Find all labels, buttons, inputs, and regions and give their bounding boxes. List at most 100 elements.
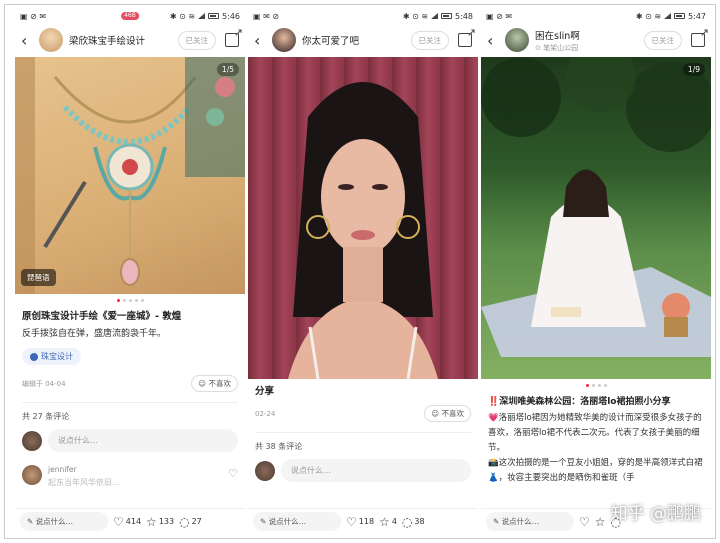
status-left-icons: ▣ ⊘ ✉ <box>20 11 47 21</box>
lolita-photo <box>481 57 711 357</box>
comment-input[interactable]: 说点什么… <box>48 429 238 452</box>
comment-icon: ◌ <box>179 514 190 529</box>
battery-icon <box>208 13 220 19</box>
carousel-dot <box>603 384 607 387</box>
follow-button[interactable]: 已关注 <box>177 30 216 50</box>
carousel-dot <box>134 299 138 302</box>
post-panel-jewelry: ▣ ⊘ ✉ 46B ✱ ⊙ ≋ 5:46 ‹ 梁欣珠宝手绘设计 已关注 1/5 琵… <box>15 9 245 534</box>
necklace-drawing <box>15 57 245 294</box>
comment-input[interactable]: 说点什么… <box>281 459 471 482</box>
carousel-dot <box>122 299 126 302</box>
like-count: 414 <box>125 517 142 526</box>
dislike-button[interactable]: ☺ 不喜欢 <box>191 375 238 392</box>
carousel-dot <box>585 384 589 387</box>
like-button[interactable]: ♡ 414 <box>113 515 141 529</box>
divider <box>255 432 471 433</box>
back-icon[interactable]: ‹ <box>487 31 499 50</box>
status-bar: ▣ ⊘ ✉ 46B ✱ ⊙ ≋ 5:46 <box>15 9 245 23</box>
author-block: 困在slin啊 ⊙ 笔架山公园 <box>535 28 638 53</box>
post-header: ‹ 你太可爱了吧 已关注 <box>248 23 478 57</box>
bottom-comment-input[interactable]: ✎ 说点什么… <box>253 512 341 531</box>
status-right-icons: ✱ ⊙ ≋ <box>635 11 662 21</box>
collect-button[interactable]: ☆ <box>595 515 606 529</box>
author-name[interactable]: 你太可爱了吧 <box>302 33 405 47</box>
share-icon[interactable] <box>458 26 476 47</box>
heart-icon: ♡ <box>346 514 357 529</box>
post-title: 原创珠宝设计手绘《爱一座城》- 敦煌 <box>22 311 182 322</box>
star-icon: ☆ <box>594 514 606 529</box>
like-count: 118 <box>358 517 375 526</box>
post-image[interactable] <box>248 57 478 379</box>
share-icon[interactable] <box>225 26 243 47</box>
bottom-comment-input[interactable]: ✎ 说点什么… <box>20 512 108 531</box>
author-name[interactable]: 梁欣珠宝手绘设计 <box>69 33 172 47</box>
bottom-comment-input[interactable]: ✎ 说点什么… <box>486 512 574 531</box>
heart-icon: ♡ <box>579 514 590 529</box>
status-left-icons: ▣ ✉ ⊘ <box>253 11 280 21</box>
image-counter: 1/9 <box>682 63 705 76</box>
engagement-bar: ✎ 说点什么… ♡ 118 ☆ 4 ◌ 38 <box>248 508 478 534</box>
comment-count: 共 27 条评论 <box>22 412 70 421</box>
signal-icon <box>664 13 672 19</box>
dislike-button[interactable]: ☺ 不喜欢 <box>424 405 471 422</box>
post-date: 02-24 <box>255 409 276 418</box>
engagement-bar: ✎ 说点什么… ♡ 414 ☆ 133 ◌ 27 <box>15 508 245 534</box>
status-right-icons: ✱ ⊙ ≋ <box>402 11 429 21</box>
status-time: 5:46 <box>222 11 240 21</box>
post-date: 编辑于 04-04 <box>22 379 66 388</box>
back-icon[interactable]: ‹ <box>254 31 266 50</box>
post-header: ‹ 困在slin啊 ⊙ 笔架山公园 已关注 <box>481 23 711 57</box>
star-icon: ☆ <box>146 514 157 529</box>
follow-button[interactable]: 已关注 <box>643 30 682 50</box>
post-panel-portrait: ▣ ✉ ⊘ ✱ ⊙ ≋ 5:48 ‹ 你太可爱了吧 已关注 分享 02-24 ☺ … <box>248 9 478 534</box>
post-image[interactable]: 1/9 <box>481 57 711 379</box>
heart-icon: ♡ <box>113 514 124 529</box>
post-paragraph: 📸这次拍摄的是一个豆友小姐姐，穿的是半高领洋式白裙👗，妆容主要突出的是晒伤和雀斑… <box>488 458 703 483</box>
status-left-icons: ▣ ⊘ ✉ <box>486 11 513 21</box>
comment-total: 38 <box>414 517 425 526</box>
comment-item: jennifer 起东当年风华依旧… ♡ <box>15 457 245 488</box>
status-bar: ▣ ⊘ ✉ ✱ ⊙ ≋ 5:47 <box>481 9 711 23</box>
commenter-avatar[interactable] <box>22 465 42 485</box>
author-name[interactable]: 困在slin啊 <box>535 28 638 42</box>
location-label[interactable]: ⊙ 笔架山公园 <box>535 43 638 53</box>
post-header: ‹ 梁欣珠宝手绘设计 已关注 <box>15 23 245 57</box>
post-title: ‼️深圳唯美森林公园：洛丽塔lo裙拍照小分享 <box>488 397 671 407</box>
music-label[interactable]: 琵琶语 <box>21 269 56 286</box>
collect-button[interactable]: ☆ 4 <box>379 515 397 529</box>
commenter-name[interactable]: jennifer <box>48 465 120 474</box>
post-panel-lolita: ▣ ⊘ ✉ ✱ ⊙ ≋ 5:47 ‹ 困在slin啊 ⊙ 笔架山公园 已关注 1/… <box>481 9 711 534</box>
star-icon: ☆ <box>379 514 390 529</box>
post-paragraph: 💗洛丽塔lo裙因为她精致华美的设计而深受很多女孩子的喜欢，洛丽塔lo裙不代表二次… <box>488 413 702 453</box>
author-avatar[interactable] <box>272 28 296 52</box>
zhihu-watermark: 知乎 @鹏鹏 <box>610 504 701 524</box>
comment-text: 起东当年风华依旧… <box>48 478 120 487</box>
like-button[interactable]: ♡ <box>579 515 590 529</box>
share-icon[interactable] <box>691 26 709 47</box>
back-icon[interactable]: ‹ <box>21 31 33 50</box>
post-image[interactable]: 1/5 琵琶语 <box>15 57 245 294</box>
topic-tag[interactable]: 珠宝设计 <box>22 348 81 365</box>
heart-icon[interactable]: ♡ <box>228 467 238 480</box>
status-badge: 46B <box>121 12 139 20</box>
comment-total: 27 <box>191 517 202 526</box>
screenshot-frame: ▣ ⊘ ✉ 46B ✱ ⊙ ≋ 5:46 ‹ 梁欣珠宝手绘设计 已关注 1/5 琵… <box>4 4 716 539</box>
carousel-dot <box>116 299 120 302</box>
collect-button[interactable]: ☆ 133 <box>146 515 174 529</box>
carousel-dot <box>597 384 601 387</box>
follow-button[interactable]: 已关注 <box>410 30 449 50</box>
collect-count: 133 <box>158 517 175 526</box>
comment-composer: 说点什么… <box>15 424 245 457</box>
topic-tag-label: 珠宝设计 <box>41 352 73 361</box>
carousel-dot <box>128 299 132 302</box>
signal-icon <box>431 13 439 19</box>
author-avatar[interactable] <box>39 28 63 52</box>
status-bar: ▣ ✉ ⊘ ✱ ⊙ ≋ 5:48 <box>248 9 478 23</box>
portrait-photo <box>288 82 438 379</box>
comment-button[interactable]: ◌ 27 <box>179 515 202 529</box>
comment-button[interactable]: ◌ 38 <box>402 515 425 529</box>
carousel-dot <box>140 299 144 302</box>
post-meta: 编辑于 04-04 ☺ 不喜欢 <box>15 371 245 396</box>
like-button[interactable]: ♡ 118 <box>346 515 374 529</box>
author-avatar[interactable] <box>505 28 529 52</box>
